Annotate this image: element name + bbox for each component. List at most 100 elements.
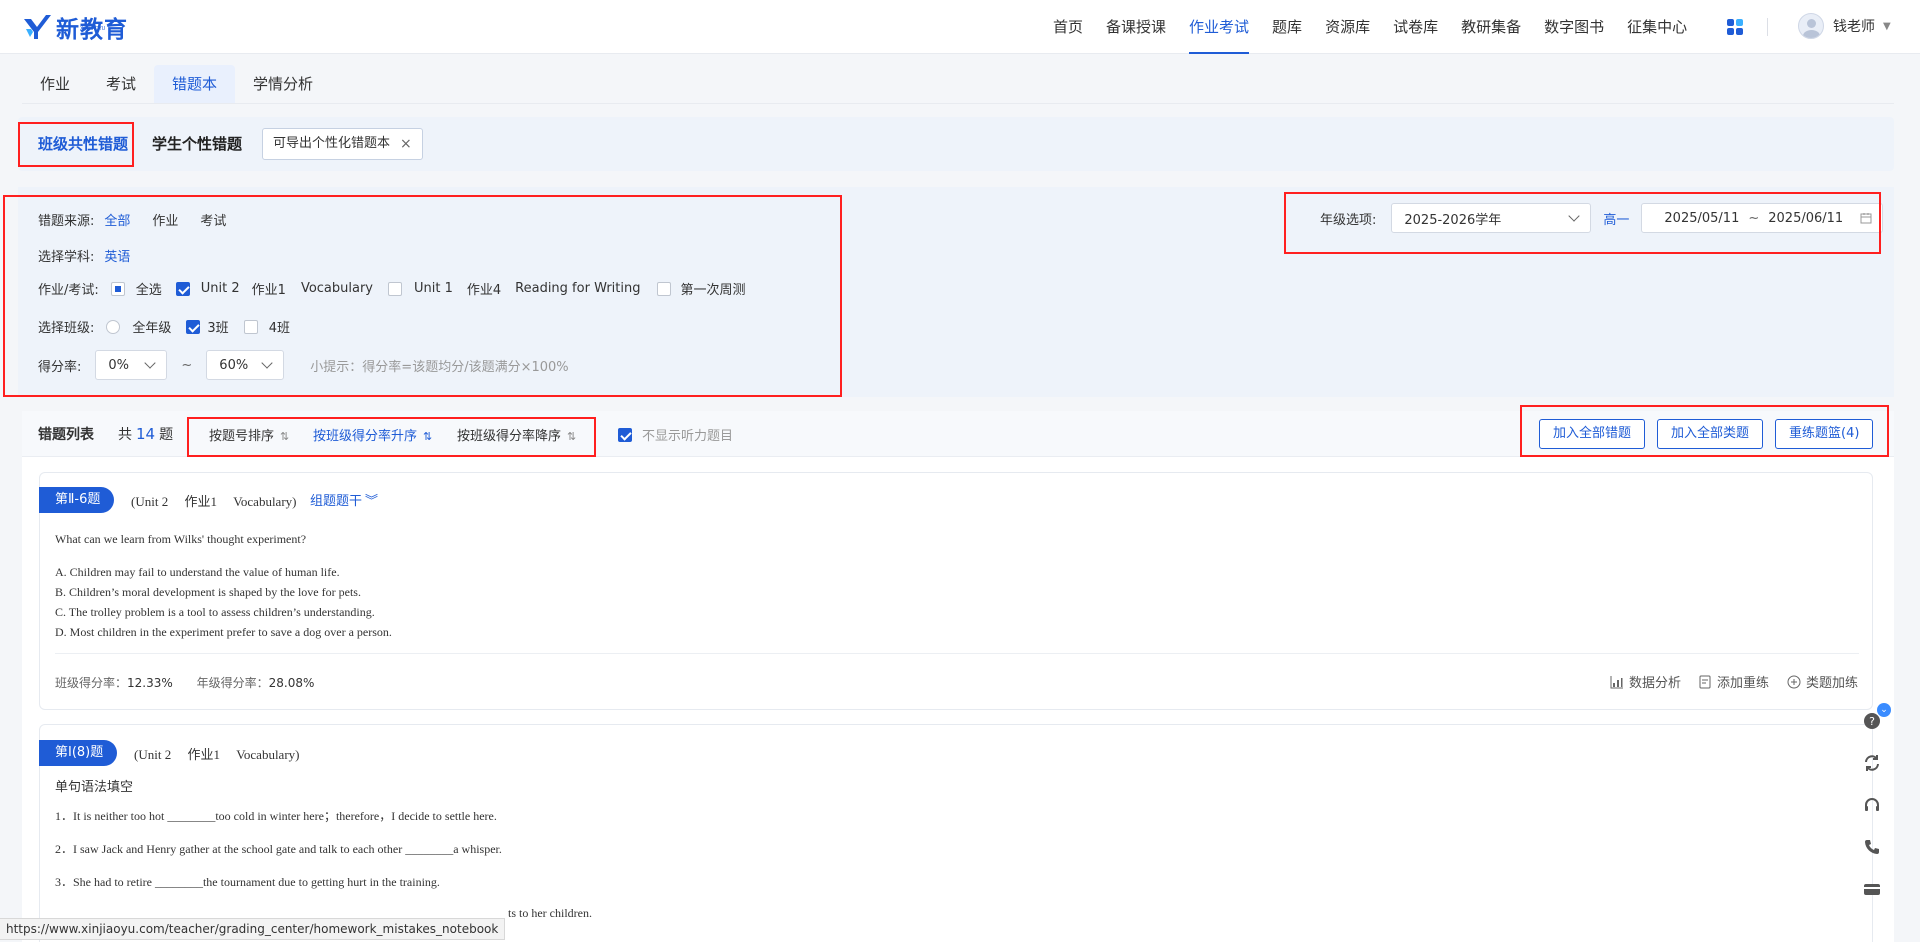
card-icon[interactable] <box>1852 868 1892 910</box>
help-icon[interactable]: ? <box>1852 700 1892 742</box>
add-retrain-button[interactable]: 添加重练 <box>1699 672 1769 691</box>
export-tag: 可导出个性化错题本 × <box>262 128 423 160</box>
grade-filter: 年级选项: 2025-2026学年 高一 2025/05/11 ~ 2025/0… <box>1320 203 1884 233</box>
score-stats: 班级得分率：12.33% 年级得分率：28.08% <box>55 674 314 691</box>
chevron-down-icon <box>1568 210 1581 222</box>
score-range-separator: ~ <box>181 357 193 373</box>
logo-subtext: XINJIAOYU <box>80 26 106 32</box>
add-retrain-label: 添加重练 <box>1716 676 1769 691</box>
nav-question-bank[interactable]: 题库 <box>1272 0 1302 54</box>
exam-weekly-test-label: 第一次周测 <box>680 283 746 298</box>
phone-icon[interactable] <box>1852 826 1892 868</box>
add-all-mistakes-button[interactable]: 加入全部错题 <box>1539 419 1646 449</box>
list-toolbar: 错题列表 共 14 题 按题号排序 ⇅ 按班级得分率升序 ⇅ 按班级得分率降序 ⇅ 不显示… <box>22 411 1894 457</box>
homework-label: 作业/考试: <box>38 283 99 298</box>
count-value: 14 <box>136 425 156 443</box>
question-line: 1．It is neither too hot ________too cold… <box>55 809 497 823</box>
group-stem-toggle[interactable]: 组题题干 ︾ <box>310 490 378 509</box>
nav-digital-books[interactable]: 数字图书 <box>1544 0 1604 54</box>
all-grade-radio[interactable] <box>106 319 121 334</box>
class-checkbox-4[interactable] <box>243 319 258 334</box>
nav-collection-center[interactable]: 征集中心 <box>1627 0 1687 54</box>
export-tag-label: 可导出个性化错题本 <box>273 136 391 151</box>
source-option-all[interactable]: 全部 <box>104 210 130 229</box>
sort-desc-label: 按班级得分率降序 <box>457 429 562 444</box>
floating-toolbar: ? <box>1852 700 1892 910</box>
source-label: 错题来源: <box>38 214 95 229</box>
select-all-checkbox[interactable] <box>110 281 125 296</box>
school-year-value: 2025-2026学年 <box>1404 212 1502 228</box>
count-prefix: 共 <box>118 427 132 443</box>
tab-homework[interactable]: 作业 <box>22 65 88 103</box>
nav-lesson-prep[interactable]: 备课授课 <box>1106 0 1166 54</box>
sort-icon: ⇅ <box>567 430 577 443</box>
headset-icon[interactable] <box>1852 784 1892 826</box>
tabs-divider <box>22 103 1894 104</box>
mode-bar: 班级共性错题 学生个性错题 可导出个性化错题本 × <box>18 117 1894 171</box>
subject-filter: 选择学科: 英语 <box>38 246 130 265</box>
main-nav: 首页 备课授课 作业考试 题库 资源库 试卷库 教研集备 数字图书 征集中心 <box>1053 0 1710 54</box>
tab-exam[interactable]: 考试 <box>88 65 154 103</box>
date-range-picker[interactable]: 2025/05/11 ~ 2025/06/11 <box>1641 203 1884 233</box>
question-source: (Unit 2 作业1 Vocabulary) <box>131 494 297 509</box>
plus-circle-icon <box>1787 675 1801 688</box>
class-common-mistakes-button[interactable]: 班级共性错题 <box>38 133 128 154</box>
sort-by-number[interactable]: 按题号排序 ⇅ <box>209 425 289 444</box>
source-option-homework[interactable]: 作业 <box>152 210 178 229</box>
class-checkbox-3[interactable] <box>186 319 201 334</box>
data-analysis-label: 数据分析 <box>1628 676 1681 691</box>
retrain-basket-button[interactable]: 重练题篮(4) <box>1775 419 1874 449</box>
source-option-exam[interactable]: 考试 <box>200 210 226 229</box>
score-from-value: 0% <box>108 357 130 373</box>
date-from: 2025/05/11 <box>1664 210 1740 226</box>
close-icon[interactable]: × <box>400 129 412 159</box>
sort-asc-label: 按班级得分率升序 <box>313 429 418 444</box>
logo[interactable]: 新教育 <box>22 10 128 44</box>
homework-unit-label: Unit 2 <box>200 281 240 296</box>
apps-grid-icon[interactable] <box>1727 19 1743 35</box>
student-personal-mistakes-button[interactable]: 学生个性错题 <box>152 133 242 154</box>
question-line: ts to her children. <box>508 906 592 920</box>
list-count: 共 14 题 <box>118 424 173 444</box>
question-line: 2．I saw Jack and Henry gather at the sch… <box>55 842 502 856</box>
question-actions: 数据分析 添加重练 类题加练 <box>1592 672 1858 691</box>
class-filter: 选择班级: 全年级 3班 4班 <box>38 317 290 336</box>
add-all-similar-button[interactable]: 加入全部类题 <box>1657 419 1764 449</box>
homework-task-label: 作业4 <box>466 283 502 298</box>
score-to-select[interactable]: 60% <box>206 350 285 380</box>
hide-listening-toggle[interactable]: 不显示听力题目 <box>618 425 733 444</box>
class-rate-label: 班级得分率： <box>55 676 128 690</box>
date-separator: ~ <box>1748 210 1760 226</box>
similar-practice-label: 类题加练 <box>1805 676 1858 691</box>
chevron-down-icon <box>144 357 157 369</box>
score-hint: 小提示：得分率=该题均分/该题满分×100% <box>310 359 569 375</box>
date-to: 2025/06/11 <box>1768 210 1844 226</box>
similar-practice-button[interactable]: 类题加练 <box>1787 672 1858 691</box>
subject-option-english[interactable]: 英语 <box>104 246 130 265</box>
question-number-badge: 第Ⅰ(8)题 <box>39 740 118 766</box>
sort-by-class-rate-desc[interactable]: 按班级得分率降序 ⇅ <box>457 425 576 444</box>
list-title: 错题列表 <box>38 427 94 443</box>
tab-learning-analysis[interactable]: 学情分析 <box>235 65 331 103</box>
data-analysis-button[interactable]: 数据分析 <box>1610 672 1681 691</box>
school-year-select[interactable]: 2025-2026学年 <box>1391 203 1592 233</box>
grade-option[interactable]: 高一 <box>1603 209 1629 228</box>
exam-checkbox-weekly-test[interactable] <box>656 281 671 296</box>
class-3-label: 3班 <box>207 321 229 336</box>
nav-resource-library[interactable]: 资源库 <box>1325 0 1370 54</box>
sort-by-class-rate-asc[interactable]: 按班级得分率升序 ⇅ <box>313 425 432 444</box>
user-menu[interactable]: 钱老师 ▼ <box>1798 13 1891 39</box>
nav-home[interactable]: 首页 <box>1053 0 1083 54</box>
score-from-select[interactable]: 0% <box>95 350 168 380</box>
nav-homework-exam[interactable]: 作业考试 <box>1189 0 1250 54</box>
refresh-icon[interactable] <box>1852 742 1892 784</box>
tab-mistakes-notebook[interactable]: 错题本 <box>154 65 236 103</box>
status-bar-url: https://www.xinjiaoyu.com/teacher/gradin… <box>0 918 506 940</box>
nav-paper-library[interactable]: 试卷库 <box>1393 0 1438 54</box>
homework-checkbox-unit1[interactable] <box>388 281 402 296</box>
hide-listening-checkbox[interactable] <box>618 427 632 442</box>
nav-teaching-research[interactable]: 教研集备 <box>1461 0 1521 54</box>
homework-name-label: Reading for Writing <box>515 281 641 296</box>
homework-checkbox-unit2[interactable] <box>175 281 190 296</box>
class-rate-value: 12.33% <box>127 676 173 690</box>
